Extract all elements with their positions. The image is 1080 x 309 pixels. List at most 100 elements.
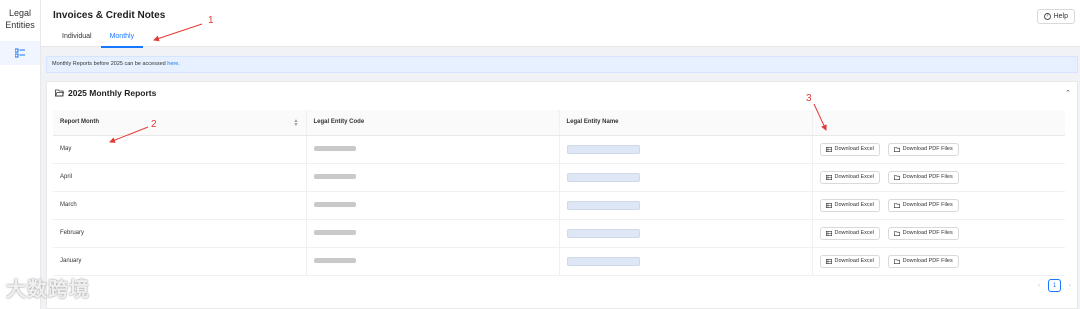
excel-label: Download Excel [834, 146, 874, 152]
actions-cell: Download Excel Download PDF Files [812, 191, 1065, 220]
actions-cell: Download Excel Download PDF Files [812, 247, 1065, 276]
column-label: Report Month [60, 119, 99, 126]
column-header-entity-code: Legal Entity Code [306, 110, 560, 136]
annotation-label-2: 2 [151, 119, 157, 130]
entity-code-cell [306, 191, 560, 220]
table-row: May Download Excel Download PDF Files [53, 135, 1065, 164]
actions-cell: Download Excel Download PDF Files [812, 163, 1065, 192]
chevron-up-icon[interactable]: ⌃ [1065, 89, 1071, 97]
redacted-name [566, 228, 640, 238]
sidebar-title-line1: Legal [8, 8, 32, 18]
annotation-label-1: 1 [208, 15, 214, 26]
column-header-actions [812, 110, 1065, 136]
entity-code-cell [306, 247, 560, 276]
report-month-cell: January [53, 247, 307, 276]
entity-name-cell [559, 163, 813, 192]
entity-code-cell [306, 135, 560, 164]
sidebar-title-line2: Entities [5, 20, 35, 30]
question-icon: ? [1043, 13, 1051, 20]
report-month-cell: March [53, 191, 307, 220]
folder-icon [893, 202, 900, 208]
entity-code-cell [306, 163, 560, 192]
next-page-button[interactable]: › [1069, 283, 1071, 289]
table-icon [825, 146, 832, 152]
table-row: March Download Excel Download PDF Files [53, 191, 1065, 220]
sidebar-title: Legal Entities [0, 0, 40, 31]
page-title: Invoices & Credit Notes [53, 10, 166, 21]
column-header-report-month[interactable]: Report Month ▲ ▼ [53, 110, 307, 136]
download-pdf-button[interactable]: Download PDF Files [887, 254, 959, 268]
help-label: Help [1053, 13, 1068, 20]
tab-individual[interactable]: Individual [53, 28, 101, 47]
excel-label: Download Excel [834, 230, 874, 236]
sidebar-item-reports[interactable] [0, 41, 40, 65]
folder-icon [893, 230, 900, 236]
table-icon [825, 230, 832, 236]
watermark: 大数跨境 [6, 279, 90, 301]
table-row: April Download Excel Download PDF Files [53, 163, 1065, 192]
redacted-code [313, 173, 356, 179]
folder-open-icon [55, 89, 64, 97]
pagination: ‹ 1 › [1038, 279, 1071, 292]
notice-banner: Monthly Reports before 2025 can be acces… [46, 56, 1078, 73]
folder-icon [893, 146, 900, 152]
page-1-button[interactable]: 1 [1048, 279, 1061, 292]
entity-name-cell [559, 247, 813, 276]
download-pdf-button[interactable]: Download PDF Files [887, 198, 959, 212]
entity-name-cell [559, 135, 813, 164]
list-icon [15, 48, 25, 58]
redacted-name [566, 256, 640, 266]
actions-cell: Download Excel Download PDF Files [812, 135, 1065, 164]
download-excel-button[interactable]: Download Excel [819, 142, 880, 156]
folder-icon [893, 174, 900, 180]
download-excel-button[interactable]: Download Excel [819, 226, 880, 240]
table-row: February Download Excel Download PDF Fil… [53, 219, 1065, 248]
section-header[interactable]: 2025 Monthly Reports [55, 88, 156, 98]
entity-code-cell [306, 219, 560, 248]
folder-icon [893, 258, 900, 264]
redacted-name [566, 144, 640, 154]
redacted-name [566, 172, 640, 182]
download-pdf-button[interactable]: Download PDF Files [887, 170, 959, 184]
column-header-entity-name: Legal Entity Name [559, 110, 813, 136]
table-icon [825, 174, 832, 180]
app: Legal Entities Invoices & Credit Notes I… [0, 0, 1080, 309]
reports-table: Report Month ▲ ▼ Legal Entity Code Legal E… [53, 110, 1065, 276]
sidebar: Legal Entities [0, 0, 41, 309]
download-excel-button[interactable]: Download Excel [819, 198, 880, 212]
pdf-label: Download PDF Files [902, 146, 953, 152]
annotation-label-3: 3 [806, 93, 812, 104]
download-excel-button[interactable]: Download Excel [819, 170, 880, 184]
pdf-label: Download PDF Files [902, 202, 953, 208]
excel-label: Download Excel [834, 202, 874, 208]
entity-name-cell [559, 191, 813, 220]
reports-card: 2025 Monthly Reports ⌃ Report Month ▲ ▼ Le… [46, 81, 1078, 309]
page-header: Invoices & Credit Notes Individual Month… [41, 0, 1080, 48]
download-pdf-button[interactable]: Download PDF Files [887, 142, 959, 156]
help-button[interactable]: ? Help [1036, 9, 1075, 24]
table-row: January Download Excel Download PDF File… [53, 247, 1065, 276]
pdf-label: Download PDF Files [902, 230, 953, 236]
table-icon [825, 202, 832, 208]
excel-label: Download Excel [834, 258, 874, 264]
redacted-name [566, 200, 640, 210]
table-icon [825, 258, 832, 264]
main-content: Invoices & Credit Notes Individual Month… [41, 0, 1080, 309]
report-month-cell: May [53, 135, 307, 164]
download-excel-button[interactable]: Download Excel [819, 254, 880, 268]
tab-bar: Individual Monthly [53, 28, 144, 48]
notice-text: Monthly Reports before 2025 can be acces… [52, 61, 168, 67]
redacted-code [313, 229, 356, 235]
excel-label: Download Excel [834, 174, 874, 180]
table-header-row: Report Month ▲ ▼ Legal Entity Code Legal E… [53, 110, 1065, 136]
section-title: 2025 Monthly Reports [68, 88, 157, 98]
tab-monthly[interactable]: Monthly [100, 28, 144, 48]
redacted-code [313, 145, 356, 151]
pdf-label: Download PDF Files [902, 174, 953, 180]
download-pdf-button[interactable]: Download PDF Files [887, 226, 959, 240]
prev-page-button[interactable]: ‹ [1038, 283, 1040, 289]
report-month-cell: February [53, 219, 307, 248]
redacted-code [313, 257, 356, 263]
sort-icon[interactable]: ▲ ▼ [294, 119, 299, 128]
notice-link[interactable]: here. [167, 61, 180, 67]
